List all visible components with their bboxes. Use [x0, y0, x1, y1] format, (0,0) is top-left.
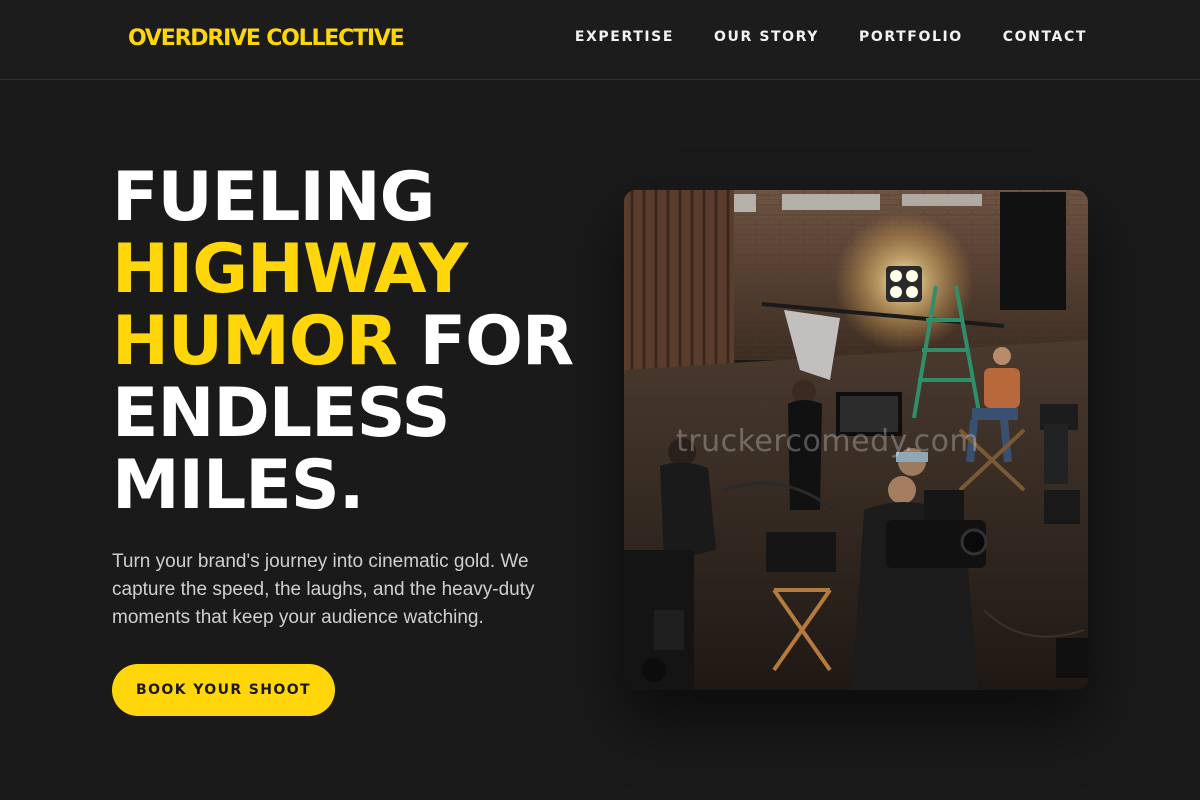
book-shoot-button[interactable]: BOOK YOUR SHOOT	[112, 664, 335, 716]
hero-title-line-5: MILES.	[112, 446, 365, 525]
main-nav: EXPERTISE OUR STORY PORTFOLIO CONTACT	[575, 29, 1087, 45]
hero-title-line-2: HIGHWAY	[112, 230, 468, 309]
nav-link-expertise[interactable]: EXPERTISE	[575, 29, 674, 45]
nav-link-contact[interactable]: CONTACT	[1003, 29, 1087, 45]
nav-link-portfolio[interactable]: PORTFOLIO	[859, 29, 963, 45]
hero-title-highlight: HUMOR	[112, 302, 398, 381]
brand-logo[interactable]: OVERDRIVE COLLECTIVE	[128, 26, 405, 51]
hero-title-line-1: FUELING	[112, 158, 435, 237]
nav-link-our-story[interactable]: OUR STORY	[714, 29, 819, 45]
hero-title-line-3: HUMOR FOR	[112, 306, 592, 378]
hero-title: FUELING HIGHWAY HUMOR FOR ENDLESS MILES.	[112, 162, 592, 522]
site-header: OVERDRIVE COLLECTIVE EXPERTISE OUR STORY…	[0, 0, 1200, 80]
film-set-illustration	[624, 190, 1088, 690]
hero-title-line-4: ENDLESS	[112, 374, 450, 453]
hero-subtitle: Turn your brand's journey into cinematic…	[112, 551, 535, 628]
hero-photo	[624, 190, 1088, 690]
hero-title-for: FOR	[396, 302, 575, 381]
